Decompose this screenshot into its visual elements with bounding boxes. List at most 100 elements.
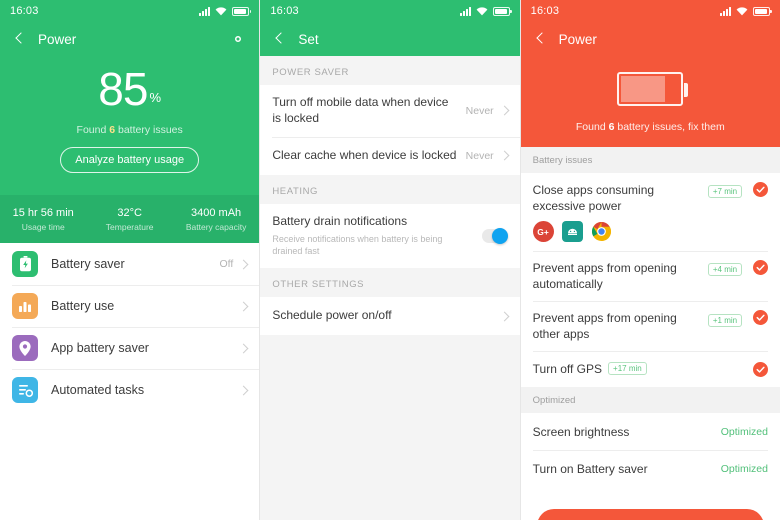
check-circle-icon[interactable]: [752, 182, 768, 197]
battery-hero: 85% Found 6 battery issues Analyze batte…: [0, 56, 259, 173]
wifi-icon: [215, 6, 227, 16]
signal-icon: [719, 6, 731, 16]
gear-icon[interactable]: [229, 30, 247, 48]
svg-text:G+: G+: [537, 227, 549, 237]
chevron-left-icon[interactable]: [272, 31, 288, 47]
status-bar: 16:03: [521, 0, 780, 22]
chevron-right-icon: [238, 385, 249, 395]
setting-text: Turn off mobile data when device is lock…: [272, 95, 465, 127]
stat-temperature: 32°C Temperature: [86, 207, 172, 232]
check-circle-icon[interactable]: [752, 310, 768, 326]
set-app-bar: Set: [260, 22, 519, 56]
setting-text: Clear cache when device is locked: [272, 148, 465, 164]
optimized-list: Screen brightness Optimized Turn on Batt…: [520, 413, 780, 488]
panel-power: 16:03 Power 85% Found 6 battery issues A…: [0, 0, 260, 520]
google-plus-icon: G+: [532, 221, 554, 243]
menu-item-battery-saver[interactable]: Battery saver Off: [0, 243, 259, 285]
issue-time-badge: +17 min: [608, 361, 647, 375]
fix-app-bar: Power: [521, 22, 780, 56]
section-header-battery-issues: Battery issues: [520, 147, 780, 173]
wifi-icon: [476, 6, 488, 16]
status-bar-icons: [719, 6, 772, 16]
optimized-screen-brightness[interactable]: Screen brightness Optimized: [520, 413, 780, 451]
issue-content: Prevent apps from opening other apps: [533, 310, 705, 342]
fix-message-prefix: Found: [575, 121, 609, 133]
issue-title: Prevent apps from opening other apps: [532, 311, 677, 342]
status-badge: Optimized: [720, 462, 768, 475]
section-other-settings: Schedule power on/off: [260, 297, 520, 336]
chevron-right-icon: [499, 311, 510, 321]
battery-stats-bar: 15 hr 56 min Usage time 32°C Temperature…: [0, 195, 260, 243]
toggle-switch[interactable]: [481, 227, 508, 244]
status-bar-time: 16:03: [530, 5, 560, 17]
setting-turn-off-mobile-data[interactable]: Turn off mobile data when device is lock…: [260, 85, 519, 137]
three-panel-screenshot: 16:03 Power 85% Found 6 battery issues A…: [0, 0, 780, 520]
issue-turn-off-gps[interactable]: Turn off GPS +17 min: [520, 351, 780, 388]
battery-status-icon: [492, 6, 512, 16]
setting-battery-drain-notifications[interactable]: Battery drain notifications Receive noti…: [260, 204, 519, 268]
battery-status-icon: [752, 6, 772, 16]
menu-item-battery-use[interactable]: Battery use: [0, 285, 260, 327]
cta-container: Add 29 min: [521, 487, 780, 520]
issues-summary: Found 6 battery issues: [0, 124, 259, 136]
menu-item-app-battery-saver[interactable]: App battery saver: [0, 327, 260, 369]
bar-chart-icon: [12, 293, 38, 319]
battery-percent-value: 85: [98, 63, 148, 115]
section-header-power-saver: POWER SAVER: [272, 67, 349, 78]
setting-clear-cache[interactable]: Clear cache when device is locked Never: [260, 136, 520, 175]
menu-item-label: Battery saver: [51, 257, 125, 271]
check-circle-icon[interactable]: [752, 260, 768, 276]
issue-badge-column: +4 min: [705, 260, 745, 279]
stat-value: 3400 mAh: [191, 206, 242, 219]
issue-time-badge: +4 min: [707, 263, 743, 277]
optimized-battery-saver[interactable]: Turn on Battery saver Optimized: [520, 450, 780, 488]
setting-text: Battery drain notifications Receive noti…: [272, 214, 481, 258]
set-green-header: 16:03 Set: [260, 0, 520, 56]
issue-close-apps[interactable]: Close apps consuming excessive power G+: [520, 173, 780, 252]
issue-content: Turn off GPS +17 min: [533, 360, 745, 378]
stat-usage-time: 15 hr 56 min Usage time: [0, 207, 86, 232]
status-bar-time: 16:03: [10, 5, 39, 17]
issues-prefix: Found: [76, 124, 110, 136]
issue-badge-column: +1 min: [705, 310, 745, 329]
task-list-icon: [12, 377, 38, 403]
stat-label: Temperature: [105, 221, 154, 232]
stat-value: 15 hr 56 min: [12, 206, 74, 219]
chrome-icon: [591, 221, 612, 242]
panel-fix-issues: 16:03 Power Found 6 battery issues, fix …: [519, 0, 780, 520]
battery-status-icon: [232, 6, 252, 16]
section-header-other-settings: OTHER SETTINGS: [272, 279, 365, 291]
menu-item-label: App battery saver: [51, 341, 149, 355]
chevron-right-icon: [499, 150, 510, 161]
setting-value: Never: [465, 104, 494, 117]
power-menu-list: Battery saver Off Battery use App batter…: [0, 243, 260, 411]
issue-app-icons: G+: [532, 221, 699, 243]
battery-percent-display: 85%: [0, 66, 259, 112]
setting-text: Schedule power on/off: [272, 308, 500, 324]
issue-prevent-auto-open[interactable]: Prevent apps from opening automatically …: [520, 251, 780, 302]
check-circle-icon[interactable]: [752, 361, 768, 377]
power-app-bar: Power: [0, 22, 259, 56]
setting-title: Schedule power on/off: [272, 308, 392, 323]
setting-schedule-power-on-off[interactable]: Schedule power on/off: [260, 297, 519, 335]
chevron-left-icon[interactable]: [12, 31, 28, 47]
issue-content: Prevent apps from opening automatically: [533, 260, 705, 292]
issue-prevent-open-other-apps[interactable]: Prevent apps from opening other apps +1 …: [520, 301, 780, 352]
location-pin-icon: [12, 335, 38, 361]
issues-suffix: battery issues: [115, 124, 183, 136]
setting-title: Turn off mobile data when device is lock…: [272, 95, 449, 125]
stat-label: Usage time: [21, 221, 65, 232]
issue-title: Prevent apps from opening automatically: [532, 261, 677, 292]
analyze-battery-usage-button[interactable]: Analyze battery usage: [60, 147, 200, 173]
android-messaging-icon: [561, 221, 583, 243]
section-heating: Battery drain notifications Receive noti…: [260, 203, 520, 269]
issue-badge-column: +7 min: [705, 182, 745, 201]
battery-icon: [12, 251, 38, 277]
add-time-button[interactable]: Add 29 min: [536, 509, 764, 520]
chevron-left-icon[interactable]: [533, 31, 549, 47]
issue-title: Turn off GPS: [532, 362, 603, 377]
menu-item-value: Off: [219, 258, 234, 270]
menu-item-automated-tasks[interactable]: Automated tasks: [0, 369, 260, 411]
status-badge: Optimized: [720, 425, 768, 438]
setting-value: Never: [465, 149, 494, 162]
